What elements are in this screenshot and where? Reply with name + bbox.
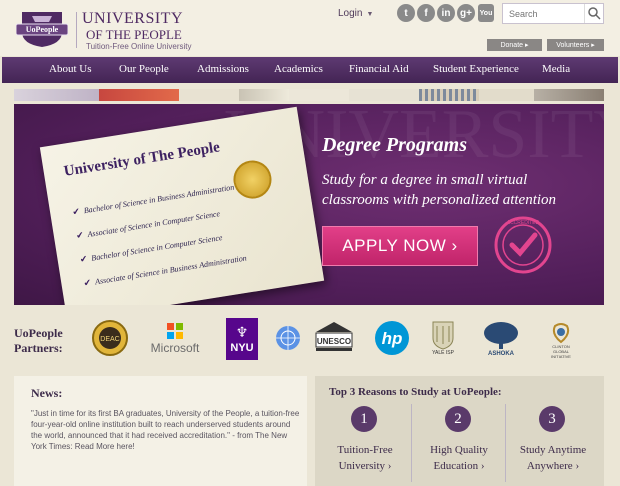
diploma-image: University of The People ✔ Bachelor of Sc… bbox=[39, 106, 325, 305]
ashoka-logo[interactable]: ASHOKA bbox=[478, 318, 524, 360]
check-icon: ✔ bbox=[75, 229, 85, 241]
apply-now-button[interactable]: APPLY NOW › bbox=[322, 226, 478, 266]
photo-strip bbox=[14, 89, 604, 101]
reason-number-badge: 1 bbox=[351, 406, 377, 432]
microsoft-logo[interactable]: Microsoft bbox=[147, 320, 203, 358]
clinton-global-initiative-logo[interactable]: CLINTON GLOBAL INITIATIVE bbox=[544, 318, 578, 362]
donate-button[interactable]: Donate ▸ bbox=[487, 39, 542, 51]
nav-item-media[interactable]: Media bbox=[542, 63, 570, 75]
volunteers-label: Volunteers bbox=[556, 41, 590, 49]
reason-number-badge: 2 bbox=[445, 406, 471, 432]
linkedin-icon[interactable]: in bbox=[437, 4, 455, 22]
donate-label: Donate bbox=[500, 41, 524, 49]
reason-study-anytime[interactable]: 3 Study Anytime Anywhere › bbox=[506, 404, 600, 484]
diploma-title: University of The People bbox=[62, 139, 221, 180]
logo-title[interactable]: UNIVERSITY bbox=[82, 11, 183, 27]
svg-text:ACCREDITED: ACCREDITED bbox=[507, 220, 540, 226]
logo-subtitle[interactable]: OF THE PEOPLE bbox=[86, 28, 182, 41]
volunteers-button[interactable]: Volunteers ▸ bbox=[547, 39, 604, 51]
hero-title: Degree Programs bbox=[322, 134, 467, 156]
svg-text:UNESCO: UNESCO bbox=[317, 337, 351, 346]
reason-label: Tuition-Free University › bbox=[337, 444, 393, 472]
hp-logo[interactable]: hp bbox=[372, 318, 412, 358]
reason-tuition-free[interactable]: 1 Tuition-Free University › bbox=[318, 404, 412, 484]
accredited-stamp-icon: ACCREDITED bbox=[494, 216, 552, 274]
check-icon: ✔ bbox=[71, 206, 81, 218]
nav-item-our-people[interactable]: Our People bbox=[119, 63, 169, 75]
logo-badge-text: UoPeople bbox=[26, 25, 59, 34]
nav-item-student-experience[interactable]: Student Experience bbox=[433, 63, 519, 75]
reason-label: High Quality Education › bbox=[430, 444, 488, 472]
search-input[interactable] bbox=[503, 4, 585, 23]
site-header: UoPeople UNIVERSITY OF THE PEOPLE Tuitio… bbox=[0, 0, 620, 56]
hero-banner: UNIVERSITY OF THE PEOPLE Tuition-Free On… bbox=[14, 104, 604, 305]
chevron-down-icon: ▼ bbox=[366, 11, 374, 18]
main-nav: About Us Our People Admissions Academics… bbox=[2, 57, 618, 83]
deac-logo[interactable]: DEAC bbox=[90, 318, 130, 358]
nav-item-academics[interactable]: Academics bbox=[274, 63, 323, 75]
login-dropdown[interactable]: Login ▼ bbox=[338, 8, 373, 19]
search-icon bbox=[588, 7, 601, 20]
yale-isp-logo[interactable]: YALE ISP bbox=[428, 316, 458, 360]
nav-item-financial-aid[interactable]: Financial Aid bbox=[349, 63, 409, 75]
partners-label-line1: UoPeople bbox=[14, 326, 63, 340]
reason-high-quality[interactable]: 2 High Quality Education › bbox=[412, 404, 506, 484]
news-title: News: bbox=[31, 386, 63, 400]
youtube-icon[interactable]: You bbox=[478, 4, 494, 22]
unesco-logo[interactable]: UNESCO bbox=[312, 320, 356, 356]
partners-label-line2: Partners: bbox=[14, 341, 63, 355]
partners-label: UoPeople Partners: bbox=[14, 326, 63, 356]
login-label: Login bbox=[338, 8, 363, 19]
logo-divider bbox=[76, 12, 77, 48]
twitter-icon[interactable]: t bbox=[397, 4, 415, 22]
check-icon: ✔ bbox=[79, 253, 89, 265]
search-button[interactable] bbox=[584, 4, 603, 23]
news-panel: News: "Just in time for its first BA gra… bbox=[14, 376, 307, 486]
reason-number-badge: 3 bbox=[539, 406, 565, 432]
logo-tagline: Tuition-Free Online University bbox=[86, 42, 192, 51]
nyu-logo[interactable]: ♆ NYU bbox=[226, 318, 258, 360]
svg-text:DEAC: DEAC bbox=[100, 336, 119, 343]
reasons-title: Top 3 Reasons to Study at UoPeople: bbox=[329, 386, 502, 398]
facebook-icon[interactable]: f bbox=[417, 4, 435, 22]
check-icon: ✔ bbox=[82, 277, 92, 289]
nav-item-about-us[interactable]: About Us bbox=[49, 63, 91, 75]
reason-label: Study Anytime Anywhere › bbox=[519, 444, 587, 472]
news-body[interactable]: "Just in time for its first BA graduates… bbox=[31, 408, 301, 452]
search-box bbox=[502, 3, 604, 24]
reasons-panel: Top 3 Reasons to Study at UoPeople: 1 Tu… bbox=[315, 376, 604, 486]
united-nations-logo[interactable] bbox=[272, 318, 304, 358]
svg-text:hp: hp bbox=[382, 329, 403, 348]
gold-seal-icon bbox=[230, 157, 275, 202]
uopeople-crest-logo[interactable]: UoPeople bbox=[16, 10, 68, 48]
hero-subtitle: Study for a degree in small virtual clas… bbox=[322, 172, 557, 208]
googleplus-icon[interactable]: g+ bbox=[457, 4, 475, 22]
nav-item-admissions[interactable]: Admissions bbox=[197, 63, 249, 75]
